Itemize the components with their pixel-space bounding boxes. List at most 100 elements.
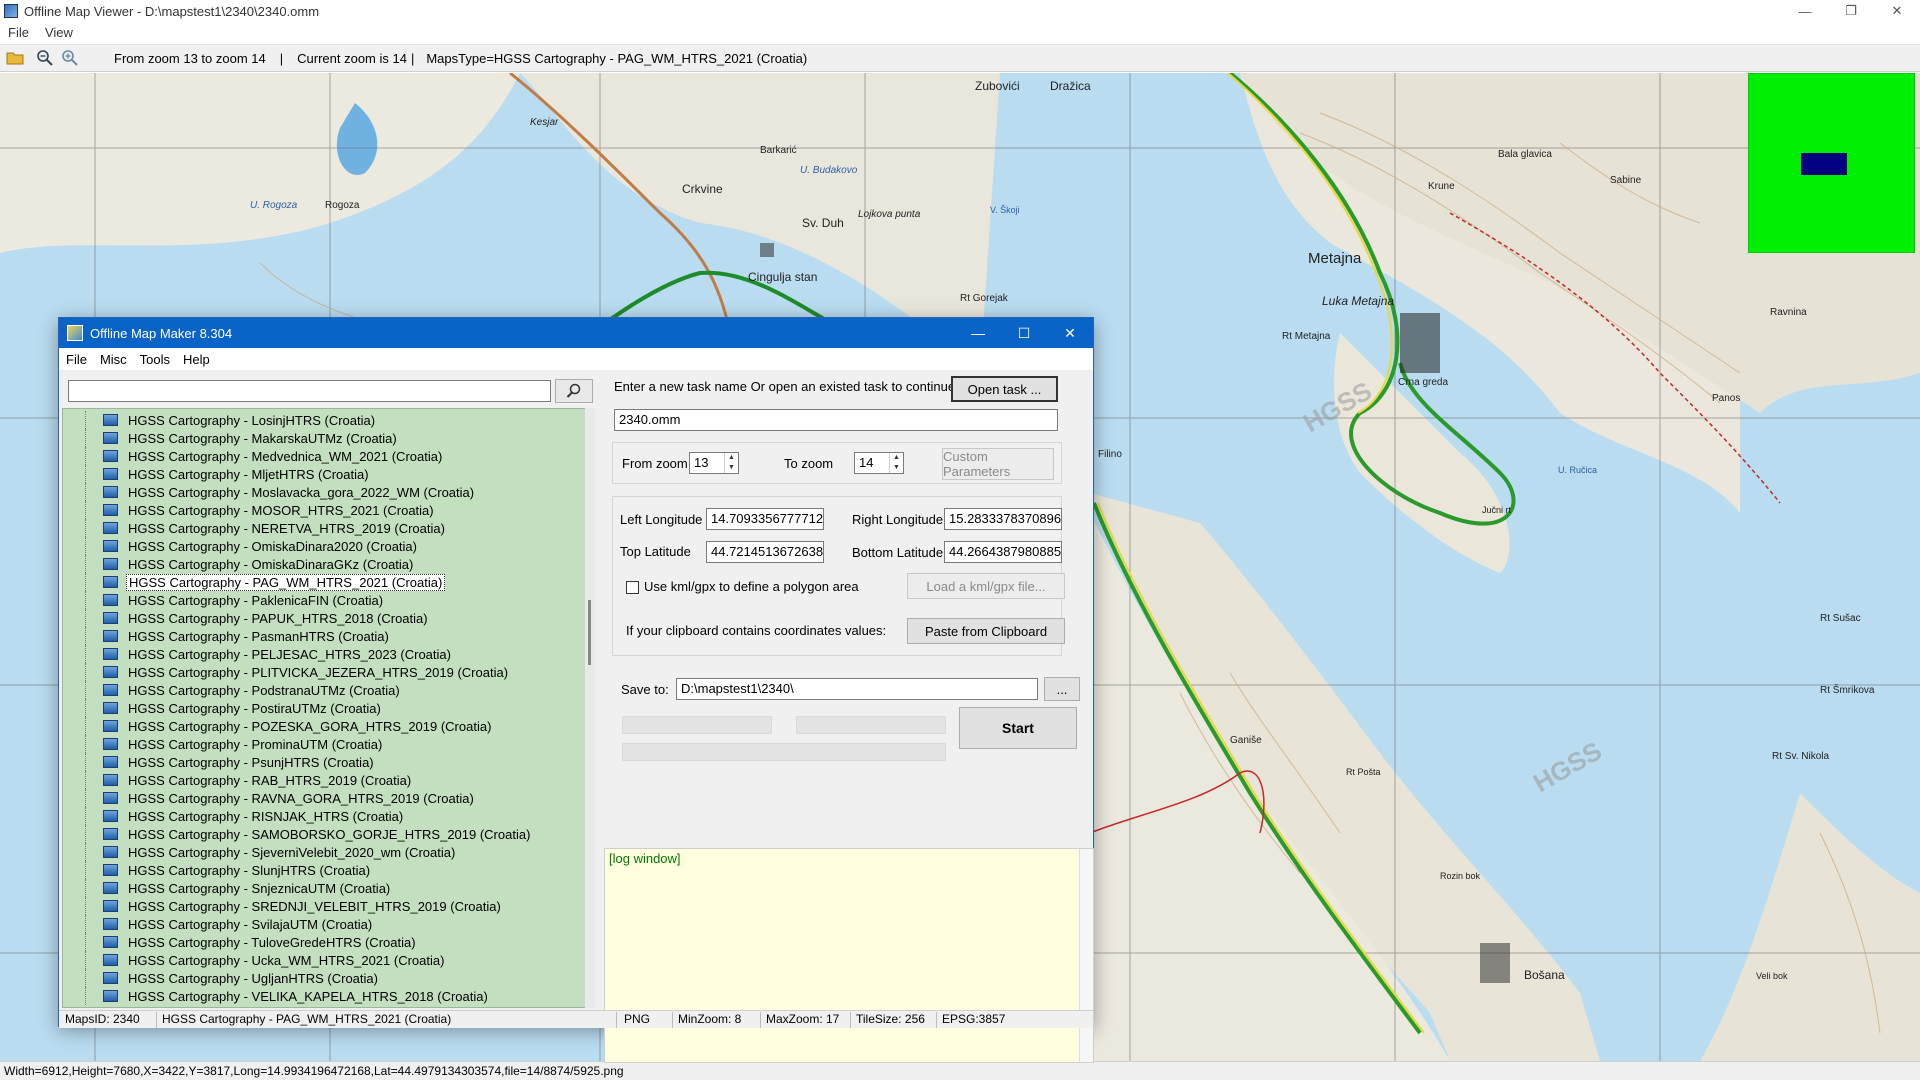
offline-map-maker-dialog: Offline Map Maker 8.304 — ☐ ✕ File Misc … bbox=[58, 317, 1094, 1063]
map-list-item[interactable]: HGSS Cartography - RISNJAK_HTRS (Croatia… bbox=[63, 807, 405, 825]
maximize-button[interactable]: ❐ bbox=[1828, 0, 1874, 22]
open-folder-icon[interactable] bbox=[5, 48, 25, 68]
map-list-item[interactable]: HGSS Cartography - RAVNA_GORA_HTRS_2019 … bbox=[63, 789, 476, 807]
clipboard-prompt: If your clipboard contains coordinates v… bbox=[626, 623, 887, 638]
map-list-item[interactable]: HGSS Cartography - Ucka_WM_HTRS_2021 (Cr… bbox=[63, 951, 446, 969]
map-list-item[interactable]: HGSS Cartography - POZESKA_GORA_HTRS_201… bbox=[63, 717, 493, 735]
map-layer-icon bbox=[103, 522, 118, 534]
map-list-item-label: HGSS Cartography - UgljanHTRS (Croatia) bbox=[128, 970, 378, 986]
search-button[interactable] bbox=[555, 379, 593, 403]
menu-file[interactable]: File bbox=[0, 25, 37, 40]
map-list-item[interactable]: HGSS Cartography - SjeverniVelebit_2020_… bbox=[63, 843, 457, 861]
dialog-close-button[interactable]: ✕ bbox=[1047, 318, 1093, 348]
menu-file[interactable]: File bbox=[59, 352, 93, 367]
map-layer-icon bbox=[103, 558, 118, 570]
progress-bar-2 bbox=[796, 716, 946, 734]
map-list-item[interactable]: HGSS Cartography - SAMOBORSKO_GORJE_HTRS… bbox=[63, 825, 532, 843]
zoom-out-icon[interactable] bbox=[35, 48, 55, 68]
map-list-item-label: HGSS Cartography - PsunjHTRS (Croatia) bbox=[128, 754, 374, 770]
map-label: Cingulja stan bbox=[748, 270, 817, 284]
save-to-input[interactable]: D:\mapstest1\2340\ bbox=[676, 678, 1038, 700]
bottom-latitude-input[interactable]: 44.2664387980885 bbox=[944, 541, 1062, 563]
kml-checkbox-label[interactable]: Use kml/gpx to define a polygon area bbox=[644, 579, 859, 594]
map-list-item[interactable]: HGSS Cartography - PsunjHTRS (Croatia) bbox=[63, 753, 376, 771]
map-list-item[interactable]: HGSS Cartography - PostiraUTMz (Croatia) bbox=[63, 699, 383, 717]
map-list-item[interactable]: HGSS Cartography - Medvednica_WM_2021 (C… bbox=[63, 447, 444, 465]
map-layer-icon bbox=[103, 972, 118, 984]
map-list-item-label: HGSS Cartography - PodstranaUTMz (Croati… bbox=[128, 682, 400, 698]
load-kml-button[interactable]: Load a kml/gpx file... bbox=[907, 573, 1065, 599]
menu-misc[interactable]: Misc bbox=[93, 352, 133, 367]
spinner-arrows-icon[interactable]: ▲ ▼ bbox=[724, 453, 738, 473]
map-label: Zubovići bbox=[975, 79, 1020, 93]
log-scrollbar[interactable] bbox=[1079, 849, 1093, 1062]
from-zoom-spinner[interactable]: 13 ▲ ▼ bbox=[689, 452, 739, 474]
map-list-item[interactable]: HGSS Cartography - SREDNJI_VELEBIT_HTRS_… bbox=[63, 897, 503, 915]
map-list-item[interactable]: HGSS Cartography - MOSOR_HTRS_2021 (Croa… bbox=[63, 501, 436, 519]
menu-help[interactable]: Help bbox=[176, 352, 216, 367]
map-list-item[interactable]: HGSS Cartography - VELIKA_KAPELA_HTRS_20… bbox=[63, 987, 490, 1005]
paste-from-clipboard-button[interactable]: Paste from Clipboard bbox=[907, 618, 1065, 644]
map-list-item[interactable]: HGSS Cartography - PasmanHTRS (Croatia) bbox=[63, 627, 391, 645]
close-button[interactable]: ✕ bbox=[1874, 0, 1920, 22]
map-list-item[interactable]: HGSS Cartography - UgljanHTRS (Croatia) bbox=[63, 969, 380, 987]
map-list-item[interactable]: HGSS Cartography - Moslavacka_gora_2022_… bbox=[63, 483, 476, 501]
map-list-item-label: HGSS Cartography - RISNJAK_HTRS (Croatia… bbox=[128, 808, 404, 824]
map-list-item[interactable]: HGSS Cartography - SvilajaUTM (Croatia) bbox=[63, 915, 374, 933]
minimize-button[interactable]: — bbox=[1782, 0, 1828, 22]
overview-viewport[interactable] bbox=[1801, 153, 1847, 175]
to-zoom-spinner[interactable]: 14 ▲ ▼ bbox=[854, 452, 904, 474]
overview-minimap[interactable] bbox=[1748, 73, 1915, 253]
browse-button[interactable]: ... bbox=[1044, 677, 1080, 701]
dialog-titlebar: Offline Map Maker 8.304 — ☐ ✕ bbox=[59, 318, 1093, 348]
open-task-button[interactable]: Open task ... bbox=[951, 376, 1058, 402]
left-longitude-input[interactable]: 14.7093356777712 bbox=[706, 508, 824, 530]
dialog-minimize-button[interactable]: — bbox=[955, 318, 1001, 348]
map-list-item[interactable]: HGSS Cartography - PAPUK_HTRS_2018 (Croa… bbox=[63, 609, 430, 627]
map-layer-icon bbox=[103, 450, 118, 462]
top-latitude-input[interactable]: 44.7214513672638 bbox=[706, 541, 824, 563]
map-layer-icon bbox=[103, 864, 118, 876]
map-list-item[interactable]: HGSS Cartography - PAG_WM_HTRS_2021 (Cro… bbox=[63, 573, 446, 591]
map-list-item-label: HGSS Cartography - VELIKA_KAPELA_HTRS_20… bbox=[128, 988, 488, 1004]
zoom-in-icon[interactable] bbox=[60, 48, 80, 68]
map-list-item[interactable]: HGSS Cartography - LosinjHTRS (Croatia) bbox=[63, 411, 377, 429]
tree-scrollbar[interactable] bbox=[585, 408, 595, 1008]
map-list-item[interactable]: HGSS Cartography - OmiskaDinaraGKz (Croa… bbox=[63, 555, 415, 573]
map-list-item[interactable]: HGSS Cartography - MljetHTRS (Croatia) bbox=[63, 465, 371, 483]
map-list-item-label: HGSS Cartography - PaklenicaFIN (Croatia… bbox=[128, 592, 384, 608]
map-list-item[interactable]: HGSS Cartography - SlunjHTRS (Croatia) bbox=[63, 861, 372, 879]
task-prompt: Enter a new task name Or open an existed… bbox=[614, 379, 959, 394]
maps-search-input[interactable] bbox=[68, 380, 551, 402]
maps-tree[interactable]: HGSS Cartography - LosinjHTRS (Croatia) H… bbox=[62, 408, 592, 1008]
map-list-item[interactable]: HGSS Cartography - PELJESAC_HTRS_2023 (C… bbox=[63, 645, 453, 663]
dialog-maximize-button[interactable]: ☐ bbox=[1001, 318, 1047, 348]
menu-view[interactable]: View bbox=[37, 25, 81, 40]
start-button[interactable]: Start bbox=[959, 707, 1077, 749]
map-list-item-label: HGSS Cartography - RAVNA_GORA_HTRS_2019 … bbox=[128, 790, 474, 806]
map-list-item[interactable]: HGSS Cartography - PLITVICKA_JEZERA_HTRS… bbox=[63, 663, 510, 681]
map-list-item[interactable]: HGSS Cartography - PaklenicaFIN (Croatia… bbox=[63, 591, 385, 609]
map-list-item[interactable]: HGSS Cartography - PodstranaUTMz (Croati… bbox=[63, 681, 402, 699]
log-window[interactable]: [log window] bbox=[604, 848, 1094, 1063]
land-west bbox=[0, 73, 520, 253]
map-list-item[interactable]: HGSS Cartography - MakarskaUTMz (Croatia… bbox=[63, 429, 399, 447]
map-label: V. Škoji bbox=[990, 205, 1020, 215]
kml-checkbox[interactable] bbox=[626, 581, 639, 594]
map-label: Bala glavica bbox=[1498, 149, 1552, 160]
map-list-item[interactable]: HGSS Cartography - RAB_HTRS_2019 (Croati… bbox=[63, 771, 413, 789]
map-list-item[interactable]: HGSS Cartography - ProminaUTM (Croatia) bbox=[63, 735, 384, 753]
spinner-arrows-icon[interactable]: ▲ ▼ bbox=[889, 453, 903, 473]
map-list-item[interactable]: HGSS Cartography - OmiskaDinara2020 (Cro… bbox=[63, 537, 419, 555]
map-list-item[interactable]: HGSS Cartography - NERETVA_HTRS_2019 (Cr… bbox=[63, 519, 447, 537]
viewer-menubar: File View bbox=[0, 22, 1920, 42]
menu-tools[interactable]: Tools bbox=[133, 352, 176, 367]
left-longitude-label: Left Longitude bbox=[620, 512, 703, 527]
custom-parameters-button[interactable]: Custom Parameters bbox=[942, 448, 1054, 480]
map-layer-icon bbox=[103, 486, 118, 498]
right-longitude-input[interactable]: 15.2833378370896 bbox=[944, 508, 1062, 530]
map-list-item[interactable]: HGSS Cartography - SnjeznicaUTM (Croatia… bbox=[63, 879, 392, 897]
map-label: Panos bbox=[1712, 393, 1740, 404]
map-list-item[interactable]: HGSS Cartography - TuloveGredeHTRS (Croa… bbox=[63, 933, 418, 951]
task-name-input[interactable]: 2340.omm bbox=[614, 409, 1058, 431]
